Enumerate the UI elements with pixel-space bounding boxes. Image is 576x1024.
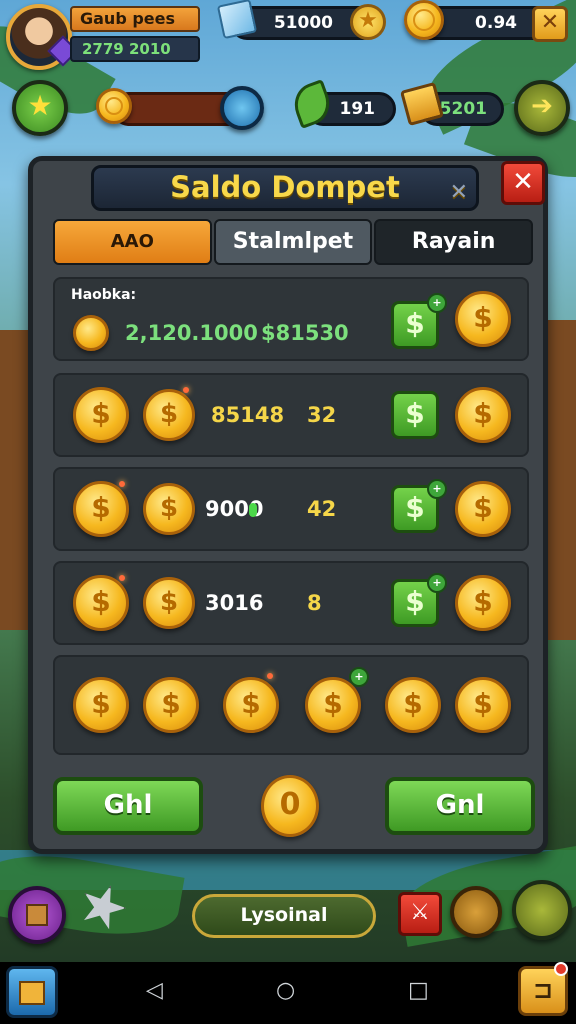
pack-count: 42	[307, 497, 337, 521]
center-coin-button[interactable]: 0	[261, 775, 319, 837]
close-icon[interactable]: ✕	[532, 6, 568, 42]
coin-icon	[96, 88, 132, 124]
coin-pack-row: $ $ 3016 8 $ + $	[53, 561, 529, 645]
plus-badge-icon: +	[349, 667, 369, 687]
back-icon[interactable]: ◁	[146, 978, 163, 1003]
crate-shape	[26, 904, 48, 926]
add-gems-star-icon[interactable]: ★	[350, 4, 386, 40]
coin-icon[interactable]: $	[385, 677, 441, 733]
star-icon[interactable]: ★	[12, 80, 68, 136]
plus-badge-icon: +	[427, 293, 447, 313]
pack-count: 8	[307, 591, 322, 615]
pack-amount: 85148	[211, 403, 285, 427]
special-button[interactable]: Lysoinal	[192, 894, 376, 938]
coin-button[interactable]: $	[455, 291, 511, 347]
tab-rayain[interactable]: Rayain	[374, 219, 534, 265]
coin-grid-row: $ $ $ $ + $ $	[53, 655, 529, 755]
plus-badge-icon: +	[427, 479, 447, 499]
coin-icon[interactable]: $	[143, 677, 199, 733]
home-icon[interactable]: ○	[276, 978, 295, 1003]
coin-button[interactable]: $	[455, 575, 511, 631]
right-action-button[interactable]: Gnl	[385, 777, 535, 835]
dollar-button[interactable]: $	[391, 391, 439, 439]
coin-icon: $	[73, 575, 129, 631]
coin-icon[interactable]: $	[223, 677, 279, 733]
sparkle-icon	[183, 387, 189, 393]
pack-amount: 3016	[205, 591, 264, 615]
balance-price: $81530	[261, 321, 349, 345]
sparkle-icon	[267, 673, 273, 679]
coin-icon: $	[73, 481, 129, 537]
coins-value: 0.94	[475, 13, 517, 33]
left-action-button[interactable]: Ghl	[53, 777, 203, 835]
coin-icon[interactable]: $	[73, 677, 129, 733]
gems-value: 51000	[273, 13, 333, 33]
coin-icon: $	[143, 577, 195, 629]
tab-stalmlpet[interactable]: Stalmlpet	[213, 219, 373, 265]
chevron-icon: ✕	[449, 180, 468, 205]
player-level: 2779 2010	[70, 36, 200, 62]
green-indicator	[249, 503, 257, 517]
coin-pack-row: $ $ 9000 42 $ + $	[53, 467, 529, 551]
coin-icon: $	[143, 483, 195, 535]
timer-orb-icon[interactable]	[220, 86, 264, 130]
notification-dot	[554, 962, 568, 976]
plus-badge-icon: +	[427, 573, 447, 593]
coin-icon[interactable]: $	[455, 677, 511, 733]
ice-cube-icon	[216, 0, 258, 40]
balance-row: Haobka: 2,120.1000 $81530 $ + $	[53, 277, 529, 361]
coin-pack-row: $ $ 85148 32 $ $	[53, 373, 529, 457]
arrow-right-icon[interactable]: ➔	[514, 80, 570, 136]
modal-title-text: Saldo Dompet	[170, 170, 400, 204]
coin-icon	[404, 0, 444, 40]
box-shape	[19, 981, 45, 1005]
profile-panel[interactable]: Gaub pees 2779 2010	[70, 6, 200, 62]
crate-icon[interactable]	[8, 886, 66, 944]
coin-button[interactable]: $	[455, 481, 511, 537]
shield-icon[interactable]	[512, 880, 572, 940]
recent-apps-icon[interactable]: □	[408, 978, 429, 1003]
coin-icon: $	[143, 389, 195, 441]
sword-icon[interactable]: ⚔	[398, 892, 442, 936]
wallet-balance-modal: Saldo Dompet ✕ ✕ AAO Stalmlpet Rayain Ha…	[28, 156, 548, 854]
modal-title: Saldo Dompet ✕	[91, 165, 479, 211]
chest-value: 5201	[439, 99, 487, 119]
sparkle-icon	[119, 481, 125, 487]
tab-aao[interactable]: AAO	[53, 219, 212, 265]
modal-tabs: AAO Stalmlpet Rayain	[53, 219, 534, 269]
inventory-box-icon[interactable]	[6, 966, 58, 1018]
pack-count: 32	[307, 403, 337, 427]
sparkle-icon	[119, 575, 125, 581]
coin-icon: $	[73, 387, 129, 443]
coin-button[interactable]: $	[455, 387, 511, 443]
close-modal-button[interactable]: ✕	[501, 161, 545, 205]
scroll-icon[interactable]	[450, 886, 502, 938]
balance-amount: 2,120.1000	[125, 321, 258, 345]
boost-value: 191	[339, 99, 376, 119]
row-label: Haobka:	[71, 287, 137, 303]
coin-icon	[73, 315, 109, 351]
player-name: Gaub pees	[70, 6, 200, 32]
